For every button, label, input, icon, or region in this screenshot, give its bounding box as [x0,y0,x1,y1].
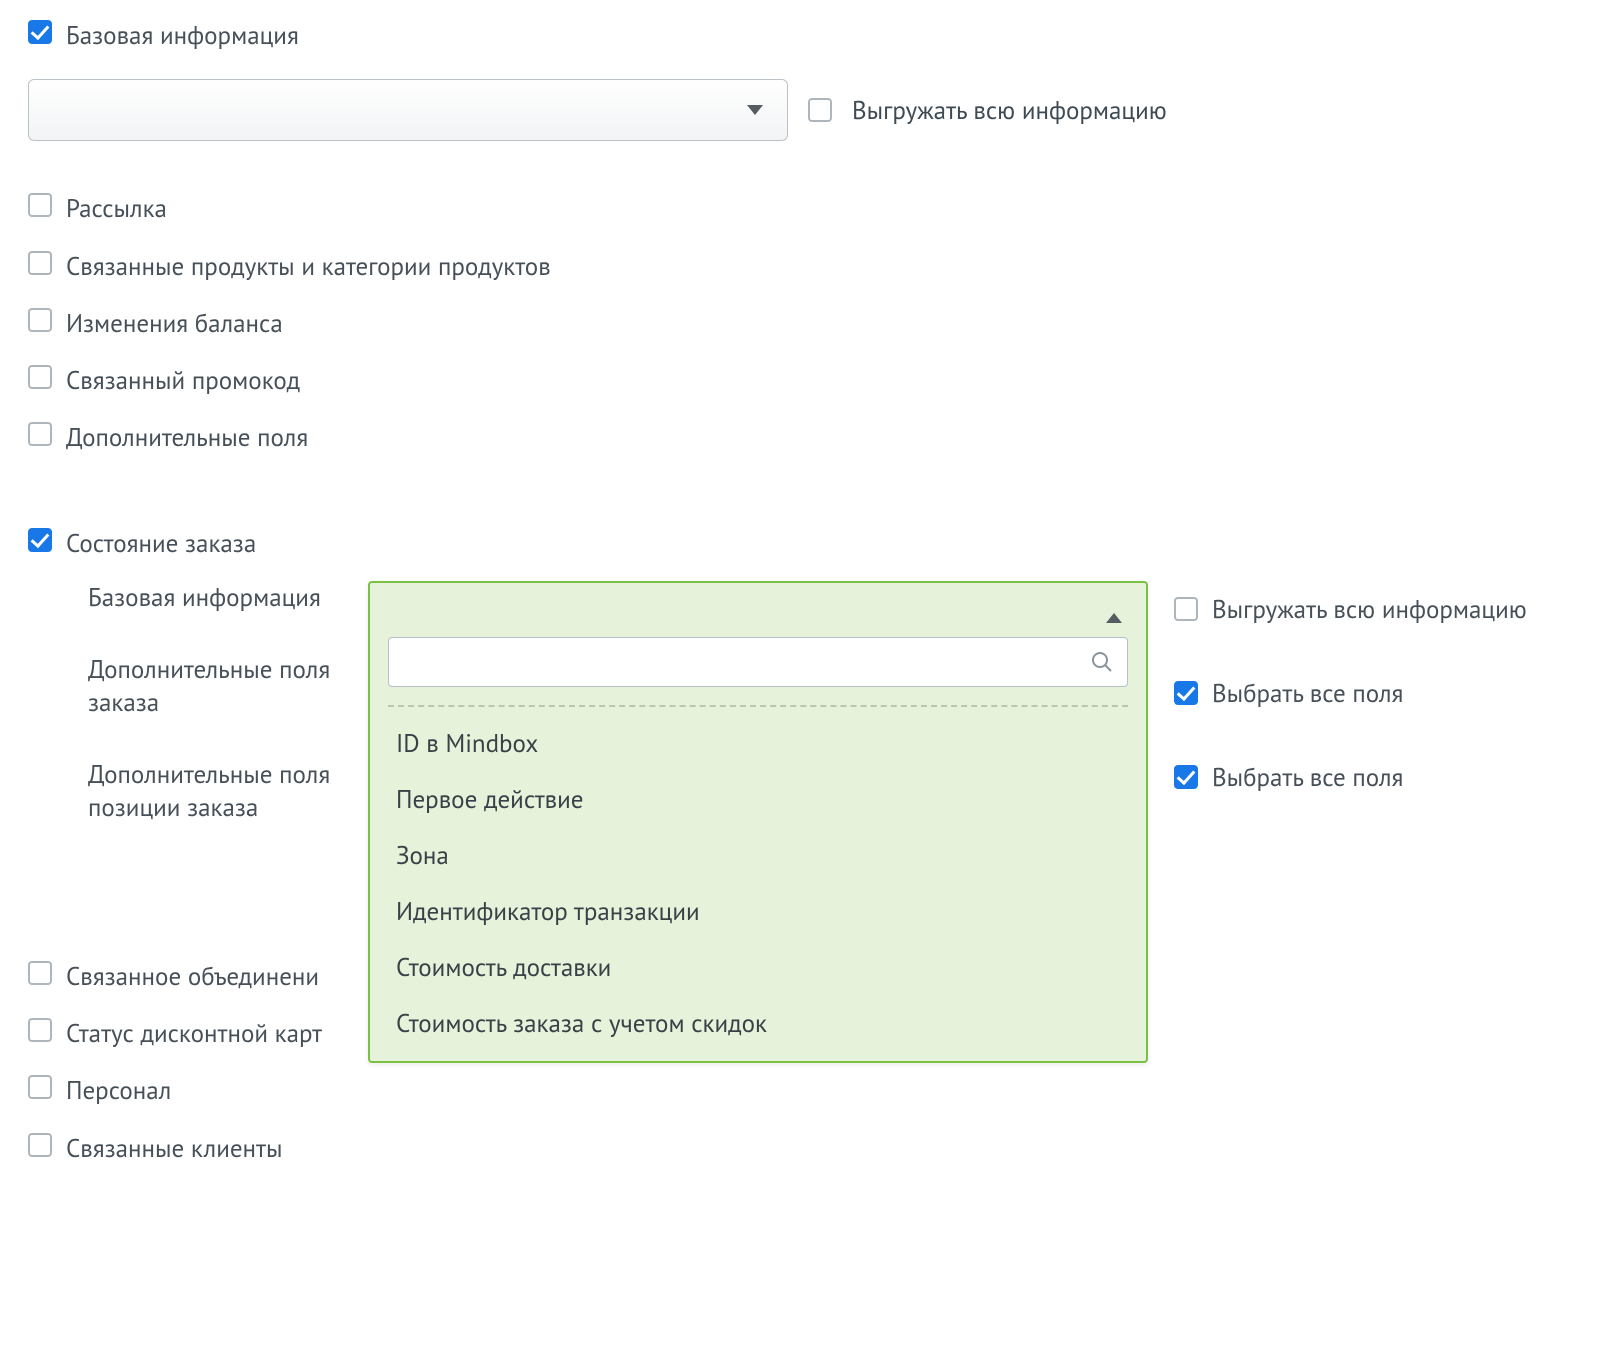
label-balance-changes: Изменения баланса [66,308,283,339]
label-additional-fields: Дополнительные поля [66,422,308,453]
label-export-all-sub: Выгружать всю информацию [1212,593,1527,625]
label-basic-info: Базовая информация [66,20,299,51]
sub-label-order-extra-fields: Дополнительные поля заказа [88,653,368,718]
dropdown-option[interactable]: Стоимость доставки [388,939,1128,995]
caret-up-icon[interactable] [1106,613,1122,623]
label-related-products: Связанные продукты и категории продуктов [66,251,551,282]
checkbox-personnel[interactable] [28,1075,52,1099]
label-order-state: Состояние заказа [66,528,256,559]
fields-dropdown-popup: ID в Mindbox Первое действие Зона Иденти… [368,581,1148,1063]
caret-down-icon [747,105,763,115]
checkbox-related-association[interactable] [28,961,52,985]
search-icon [1090,650,1114,674]
checkbox-order-state[interactable] [28,528,52,552]
sub-label-order-line-extra-fields: Дополнительные поля позиции заказа [88,758,368,823]
dropdown-option[interactable]: Первое действие [388,771,1128,827]
checkbox-export-all-top[interactable] [808,98,832,122]
checkbox-related-products[interactable] [28,251,52,275]
dropdown-option[interactable]: Стоимость заказа с учетом скидок [388,995,1128,1051]
checkbox-balance-changes[interactable] [28,308,52,332]
checkbox-discount-card-status[interactable] [28,1018,52,1042]
checkbox-related-clients[interactable] [28,1133,52,1157]
checkbox-select-all-1[interactable] [1174,681,1198,705]
label-related-clients: Связанные клиенты [66,1133,283,1164]
checkbox-mailing[interactable] [28,193,52,217]
label-related-promocode: Связанный промокод [66,365,300,396]
checkbox-basic-info[interactable] [28,20,52,44]
label-export-all-top: Выгружать всю информацию [852,94,1167,126]
sub-label-basic-info: Базовая информация [88,581,368,614]
label-select-all-2: Выбрать все поля [1212,761,1403,793]
label-personnel: Персонал [66,1075,171,1106]
checkbox-export-all-sub[interactable] [1174,597,1198,621]
dropdown-search-input[interactable] [388,637,1128,687]
dropdown-option[interactable]: Зона [388,827,1128,883]
dropdown-option[interactable]: ID в Mindbox [388,715,1128,771]
basic-info-select[interactable] [28,79,788,141]
label-mailing: Рассылка [66,193,167,224]
checkbox-additional-fields[interactable] [28,422,52,446]
label-select-all-1: Выбрать все поля [1212,677,1403,709]
checkbox-related-promocode[interactable] [28,365,52,389]
dropdown-option[interactable]: Идентификатор транзакции [388,883,1128,939]
dropdown-divider [388,705,1128,707]
checkbox-select-all-2[interactable] [1174,765,1198,789]
